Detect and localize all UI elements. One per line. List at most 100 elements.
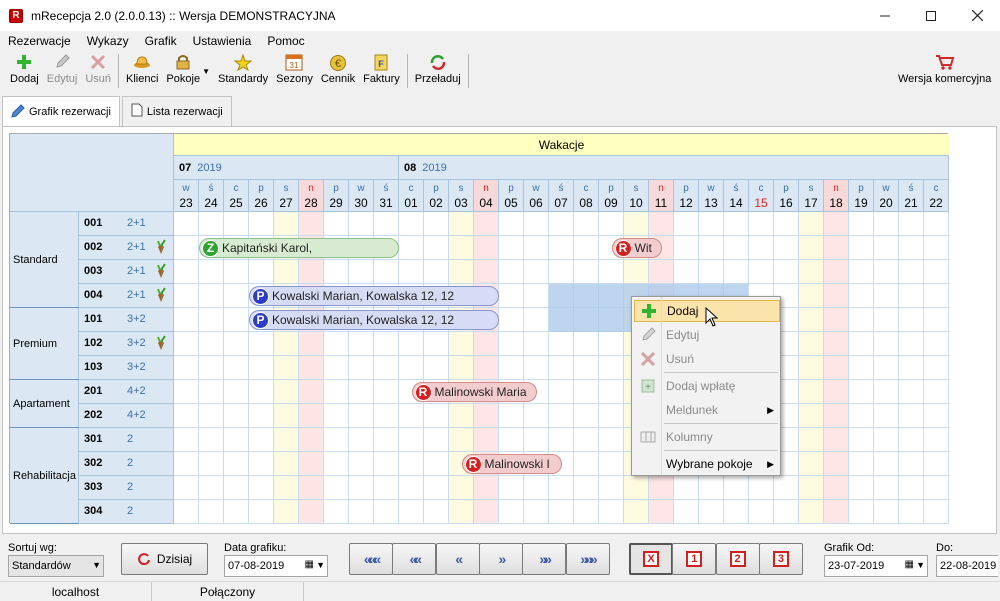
grid-cell[interactable] bbox=[349, 260, 374, 284]
grid-cell[interactable] bbox=[774, 260, 799, 284]
grid-cell[interactable] bbox=[449, 476, 474, 500]
grid-cell[interactable] bbox=[599, 260, 624, 284]
day-header[interactable]: s 10 bbox=[624, 180, 649, 212]
day-header[interactable]: s 17 bbox=[799, 180, 824, 212]
grid-cell[interactable] bbox=[374, 452, 399, 476]
grid-cell[interactable] bbox=[874, 236, 899, 260]
grid-cell[interactable] bbox=[449, 212, 474, 236]
grid-cell[interactable] bbox=[349, 452, 374, 476]
rooms-dropdown-arrow[interactable]: ▼ bbox=[202, 67, 210, 76]
grid-cell[interactable] bbox=[324, 260, 349, 284]
room-row-header[interactable]: 001 2+1 bbox=[79, 212, 174, 236]
grid-cell[interactable] bbox=[424, 428, 449, 452]
grid-cell[interactable] bbox=[549, 380, 574, 404]
grid-cell[interactable] bbox=[874, 212, 899, 236]
day-header[interactable]: ś 07 bbox=[549, 180, 574, 212]
grid-cell[interactable] bbox=[874, 452, 899, 476]
grid-cell[interactable] bbox=[199, 476, 224, 500]
grid-cell[interactable] bbox=[824, 308, 849, 332]
grid-cell[interactable] bbox=[349, 332, 374, 356]
grid-cell[interactable] bbox=[899, 356, 924, 380]
grid-cell[interactable] bbox=[374, 476, 399, 500]
grid-cell[interactable] bbox=[424, 404, 449, 428]
day-header[interactable]: n 11 bbox=[649, 180, 674, 212]
grid-cell[interactable] bbox=[799, 356, 824, 380]
date-picker[interactable]: 07-08-2019 ▦ ▼ bbox=[224, 555, 328, 577]
grid-cell[interactable] bbox=[449, 404, 474, 428]
prev-day-button[interactable]: « bbox=[435, 543, 480, 575]
grid-cell[interactable] bbox=[524, 500, 549, 524]
grid-cell[interactable] bbox=[274, 332, 299, 356]
grid-cell[interactable] bbox=[374, 356, 399, 380]
grid-cell[interactable] bbox=[549, 500, 574, 524]
grid-cell[interactable] bbox=[499, 476, 524, 500]
grid-cell[interactable] bbox=[924, 428, 949, 452]
grid-cell[interactable] bbox=[599, 356, 624, 380]
grid-cell[interactable] bbox=[549, 212, 574, 236]
day-header[interactable]: c 15 bbox=[749, 180, 774, 212]
grid-cell[interactable] bbox=[199, 428, 224, 452]
grid-cell[interactable] bbox=[699, 212, 724, 236]
day-header[interactable]: ś 31 bbox=[374, 180, 399, 212]
grid-cell[interactable] bbox=[774, 476, 799, 500]
grid-cell[interactable] bbox=[424, 236, 449, 260]
delete-button[interactable]: Usuń bbox=[81, 51, 115, 91]
grid-cell[interactable] bbox=[524, 212, 549, 236]
grid-cell[interactable] bbox=[349, 428, 374, 452]
grid-cell[interactable] bbox=[549, 260, 574, 284]
menu-pomoc[interactable]: Pomoc bbox=[259, 31, 312, 51]
edit-button[interactable]: Edytuj bbox=[43, 51, 82, 91]
grid-cell[interactable] bbox=[899, 212, 924, 236]
rooms-button[interactable]: Pokoje bbox=[162, 51, 204, 91]
grid-cell[interactable] bbox=[249, 212, 274, 236]
grid-cell[interactable] bbox=[324, 332, 349, 356]
grid-cell[interactable] bbox=[249, 380, 274, 404]
grid-cell[interactable] bbox=[824, 332, 849, 356]
grid-cell[interactable] bbox=[224, 332, 249, 356]
grid-cell[interactable] bbox=[199, 284, 224, 308]
close-window-button[interactable] bbox=[954, 0, 1000, 31]
grid-cell[interactable] bbox=[899, 284, 924, 308]
grid-cell[interactable] bbox=[249, 332, 274, 356]
grid-cell[interactable] bbox=[899, 308, 924, 332]
grid-cell[interactable] bbox=[874, 332, 899, 356]
grid-cell[interactable] bbox=[224, 212, 249, 236]
grid-cell[interactable] bbox=[524, 332, 549, 356]
grid-cell[interactable] bbox=[474, 332, 499, 356]
grid-cell[interactable] bbox=[549, 476, 574, 500]
grid-cell[interactable] bbox=[849, 332, 874, 356]
grid-cell[interactable] bbox=[824, 260, 849, 284]
grid-cell[interactable] bbox=[674, 476, 699, 500]
grid-cell[interactable] bbox=[574, 356, 599, 380]
grid-cell[interactable] bbox=[299, 212, 324, 236]
grid-cell[interactable] bbox=[774, 500, 799, 524]
grid-cell[interactable] bbox=[799, 332, 824, 356]
grid-cell[interactable] bbox=[424, 356, 449, 380]
grid-cell[interactable] bbox=[299, 404, 324, 428]
grid-cell[interactable] bbox=[674, 500, 699, 524]
grid-cell[interactable] bbox=[424, 500, 449, 524]
day-header[interactable]: p 16 bbox=[774, 180, 799, 212]
grid-cell[interactable] bbox=[924, 284, 949, 308]
grid-cell[interactable] bbox=[849, 476, 874, 500]
prev-week-button[interactable]: «« bbox=[392, 543, 437, 575]
menu-rezerwacje[interactable]: Rezerwacje bbox=[0, 31, 79, 51]
grid-cell[interactable] bbox=[249, 428, 274, 452]
grid-cell[interactable] bbox=[349, 476, 374, 500]
first-page-button[interactable]: ««« bbox=[349, 543, 393, 575]
grid-cell[interactable] bbox=[799, 260, 824, 284]
grid-cell[interactable] bbox=[324, 476, 349, 500]
grid-cell[interactable] bbox=[474, 212, 499, 236]
next-day-button[interactable]: » bbox=[478, 543, 523, 575]
grid-cell[interactable] bbox=[574, 380, 599, 404]
grid-cell[interactable] bbox=[874, 260, 899, 284]
day-header[interactable]: s 27 bbox=[274, 180, 299, 212]
day-header[interactable]: s 03 bbox=[449, 180, 474, 212]
room-row-header[interactable]: 304 2 bbox=[79, 500, 174, 524]
grid-cell[interactable] bbox=[824, 476, 849, 500]
grid-cell[interactable] bbox=[199, 380, 224, 404]
day-header[interactable]: w 06 bbox=[524, 180, 549, 212]
grid-cell[interactable] bbox=[849, 236, 874, 260]
grid-cell[interactable] bbox=[449, 428, 474, 452]
grid-cell[interactable] bbox=[674, 236, 699, 260]
